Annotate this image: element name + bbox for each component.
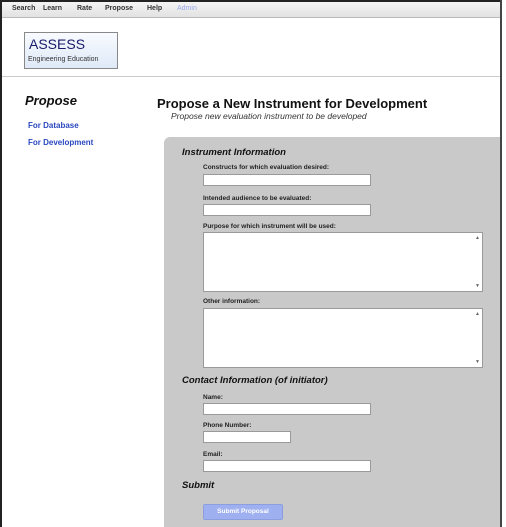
page-title: Propose a New Instrument for Development — [157, 96, 428, 111]
header-logo-bar: ASSESS Engineering Education — [2, 18, 500, 77]
purpose-textarea[interactable]: ▲ ▼ — [203, 232, 483, 292]
sidebar-link-for-development[interactable]: For Development — [28, 138, 93, 147]
assess-logo[interactable]: ASSESS Engineering Education — [24, 32, 118, 69]
constructs-input[interactable] — [203, 174, 371, 186]
name-label: Name: — [203, 394, 223, 401]
nav-help[interactable]: Help — [147, 5, 162, 12]
scroll-up-icon[interactable]: ▲ — [475, 235, 480, 241]
logo-subtitle: Engineering Education — [28, 56, 99, 63]
purpose-label: Purpose for which instrument will be use… — [203, 223, 336, 230]
submit-section-heading: Submit — [182, 480, 215, 491]
instrument-section-heading: Instrument Information — [182, 147, 286, 158]
audience-label: Intended audience to be evaluated: — [203, 195, 312, 202]
nav-search[interactable]: Search — [12, 5, 35, 12]
scroll-up-icon[interactable]: ▲ — [475, 311, 480, 317]
scroll-down-icon[interactable]: ▼ — [475, 359, 480, 365]
sidebar-link-for-database[interactable]: For Database — [28, 121, 79, 130]
top-navigation: Search Learn Rate Propose Help Admin — [2, 0, 500, 18]
other-info-label: Other information: — [203, 298, 261, 305]
contact-section-heading: Contact Information (of initiator) — [182, 375, 328, 386]
constructs-label: Constructs for which evaluation desired: — [203, 164, 330, 171]
nav-admin[interactable]: Admin — [177, 5, 197, 12]
name-input[interactable] — [203, 403, 371, 415]
page-subtitle: Propose new evaluation instrument to be … — [171, 111, 367, 121]
sidebar-title: Propose — [25, 93, 78, 108]
nav-learn[interactable]: Learn — [43, 5, 62, 12]
phone-input[interactable] — [203, 431, 291, 443]
scroll-down-icon[interactable]: ▼ — [475, 283, 480, 289]
logo-title: ASSESS — [29, 36, 86, 52]
email-label: Email: — [203, 451, 223, 458]
phone-label: Phone Number: — [203, 422, 252, 429]
nav-rate[interactable]: Rate — [77, 5, 92, 12]
other-info-textarea[interactable]: ▲ ▼ — [203, 308, 483, 368]
submit-proposal-button[interactable]: Submit Proposal — [203, 504, 283, 520]
nav-propose[interactable]: Propose — [105, 5, 133, 12]
email-input[interactable] — [203, 460, 371, 472]
audience-input[interactable] — [203, 204, 371, 216]
